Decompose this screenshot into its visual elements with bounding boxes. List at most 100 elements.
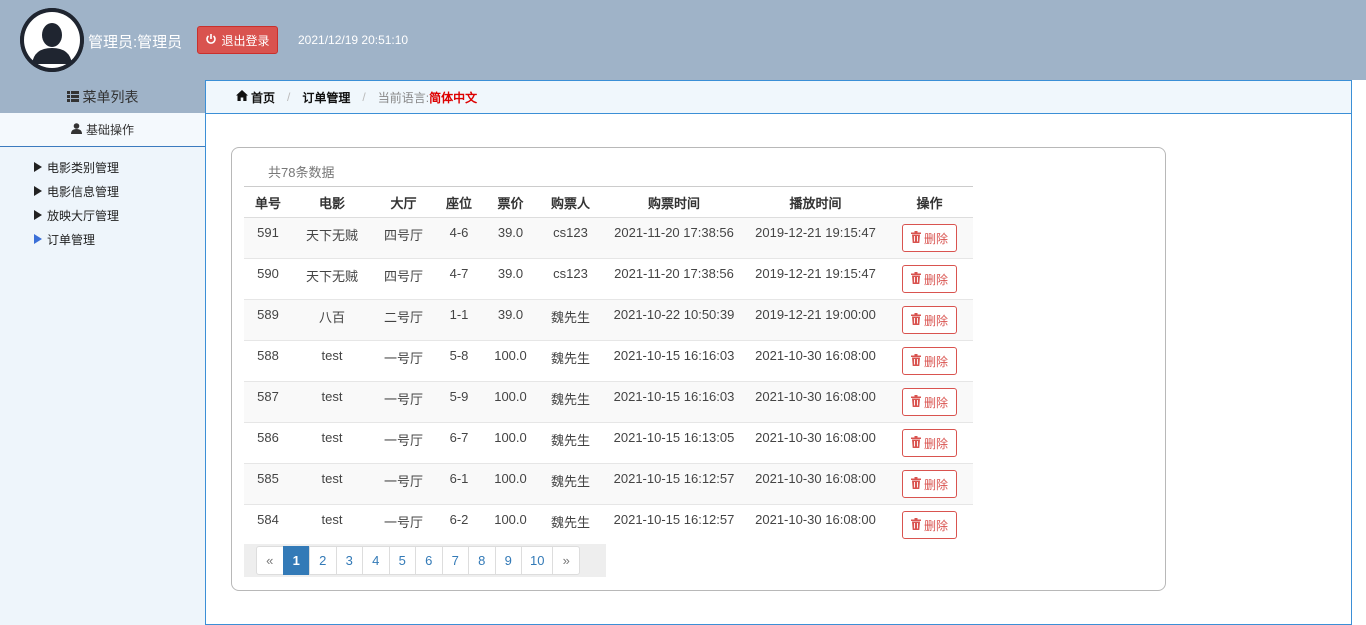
column-header: 单号 (244, 186, 292, 218)
movie-cell: test (292, 463, 372, 505)
pagination-page-8[interactable]: 8 (468, 546, 496, 575)
column-header: 座位 (435, 186, 483, 218)
logout-button[interactable]: 退出登录 (197, 26, 278, 54)
column-header: 操作 (886, 186, 973, 218)
home-icon (236, 90, 248, 104)
delete-label: 删除 (923, 477, 948, 492)
current-datetime: 2021/12/19 20:51:10 (298, 33, 409, 47)
sidebar-item-movie-info[interactable]: 电影信息管理 (0, 179, 205, 203)
logout-label: 退出登录 (221, 33, 270, 48)
order-id-cell: 587 (244, 381, 292, 423)
column-header: 购票人 (538, 186, 603, 218)
pagination-page-2[interactable]: 2 (309, 546, 337, 575)
actions-cell: 删除 (886, 340, 973, 382)
order-id-cell: 590 (244, 258, 292, 300)
actions-cell: 删除 (886, 299, 973, 341)
delete-label: 删除 (923, 272, 948, 287)
sidebar: 菜单列表 基础操作 电影类别管理 电影信息管理 放映大厅管理 订单管理 (0, 80, 205, 625)
show-time-cell: 2019-12-21 19:15:47 (745, 258, 886, 300)
table-row: 585 test 一号厅 6-1 100.0 魏先生 2021-10-15 16:12:57… (244, 463, 973, 505)
purchase-time-cell: 2021-10-15 16:16:03 (603, 381, 745, 423)
delete-label: 删除 (923, 354, 948, 369)
delete-label: 删除 (923, 231, 948, 246)
delete-button[interactable]: 删除 (901, 511, 957, 539)
pagination-page-1[interactable]: 1 (282, 546, 310, 575)
breadcrumb-separator: / (287, 90, 291, 104)
trash-icon (910, 394, 921, 410)
pagination-page-10[interactable]: 10 (521, 546, 554, 575)
pagination-next-button[interactable]: » (552, 546, 580, 575)
movie-cell: test (292, 381, 372, 423)
seat-cell: 1-1 (435, 299, 483, 341)
hall-cell: 一号厅 (372, 463, 435, 505)
pagination-page-7[interactable]: 7 (441, 546, 469, 575)
breadcrumb-home[interactable]: 首页 (236, 89, 275, 106)
order-id-cell: 588 (244, 340, 292, 382)
actions-cell: 删除 (886, 463, 973, 505)
sidebar-nav: 电影类别管理 电影信息管理 放映大厅管理 订单管理 (0, 147, 205, 251)
purchase-time-cell: 2021-10-15 16:16:03 (603, 340, 745, 382)
breadcrumb-separator: / (362, 90, 366, 104)
sidebar-item-movie-category[interactable]: 电影类别管理 (0, 155, 205, 179)
main-content: 首页 / 订单管理 / 当前语言: 简体中文 共78条数据 单号 电影 大厅 座… (205, 80, 1352, 625)
show-time-cell: 2021-10-30 16:08:00 (745, 340, 886, 382)
delete-button[interactable]: 删除 (901, 429, 957, 457)
delete-button[interactable]: 删除 (901, 306, 957, 334)
breadcrumb: 首页 / 订单管理 / 当前语言: 简体中文 (206, 81, 1351, 114)
sidebar-item-orders[interactable]: 订单管理 (0, 227, 205, 251)
price-cell: 39.0 (483, 299, 538, 341)
seat-cell: 6-2 (435, 504, 483, 546)
breadcrumb-orders[interactable]: 订单管理 (302, 89, 350, 106)
column-header: 购票时间 (603, 186, 745, 218)
menu-title-label: 菜单列表 (82, 88, 139, 105)
delete-button[interactable]: 删除 (901, 388, 957, 416)
user-avatar-icon (20, 8, 84, 72)
buyer-cell: 魏先生 (538, 463, 603, 505)
delete-label: 删除 (923, 395, 948, 410)
delete-button[interactable]: 删除 (901, 347, 957, 375)
actions-cell: 删除 (886, 422, 973, 464)
table-row: 584 test 一号厅 6-2 100.0 魏先生 2021-10-15 16:12:57… (244, 504, 973, 546)
triangle-right-icon (34, 234, 42, 244)
delete-button[interactable]: 删除 (901, 224, 957, 252)
trash-icon (910, 271, 921, 287)
show-time-cell: 2021-10-30 16:08:00 (745, 504, 886, 546)
pagination-page-6[interactable]: 6 (415, 546, 443, 575)
delete-label: 删除 (923, 518, 948, 533)
show-time-cell: 2021-10-30 16:08:00 (745, 422, 886, 464)
price-cell: 100.0 (483, 381, 538, 423)
pagination-prev-button[interactable]: « (256, 546, 284, 575)
actions-cell: 删除 (886, 217, 973, 259)
breadcrumb-home-label: 首页 (251, 90, 276, 105)
show-time-cell: 2021-10-30 16:08:00 (745, 463, 886, 505)
hall-cell: 二号厅 (372, 299, 435, 341)
delete-button[interactable]: 删除 (901, 265, 957, 293)
language-label: 当前语言: (377, 90, 430, 105)
price-cell: 100.0 (483, 340, 538, 382)
pagination-page-9[interactable]: 9 (494, 546, 522, 575)
section-basic-ops[interactable]: 基础操作 (0, 113, 205, 147)
hall-cell: 一号厅 (372, 340, 435, 382)
buyer-cell: 魏先生 (538, 340, 603, 382)
actions-cell: 删除 (886, 504, 973, 546)
hall-cell: 四号厅 (372, 217, 435, 259)
seat-cell: 6-7 (435, 422, 483, 464)
delete-label: 删除 (923, 436, 948, 451)
pagination: «1 2 3 4 5 6 7 8 9 10» (256, 546, 580, 575)
movie-cell: test (292, 422, 372, 464)
menu-title: 菜单列表 (0, 80, 205, 113)
actions-cell: 删除 (886, 381, 973, 423)
pagination-page-4[interactable]: 4 (362, 546, 390, 575)
table-row: 591 天下无贼 四号厅 4-6 39.0 cs123 2021-11-20 17:38:5… (244, 217, 973, 259)
column-header: 票价 (483, 186, 538, 218)
sidebar-item-hall[interactable]: 放映大厅管理 (0, 203, 205, 227)
table-row: 586 test 一号厅 6-7 100.0 魏先生 2021-10-15 16:13:05… (244, 422, 973, 464)
pagination-page-3[interactable]: 3 (335, 546, 363, 575)
sidebar-item-label: 电影类别管理 (47, 160, 120, 175)
trash-icon (910, 230, 921, 246)
pagination-page-5[interactable]: 5 (388, 546, 416, 575)
column-header: 电影 (292, 186, 372, 218)
seat-cell: 5-8 (435, 340, 483, 382)
sidebar-item-label: 订单管理 (47, 232, 96, 247)
delete-button[interactable]: 删除 (901, 470, 957, 498)
